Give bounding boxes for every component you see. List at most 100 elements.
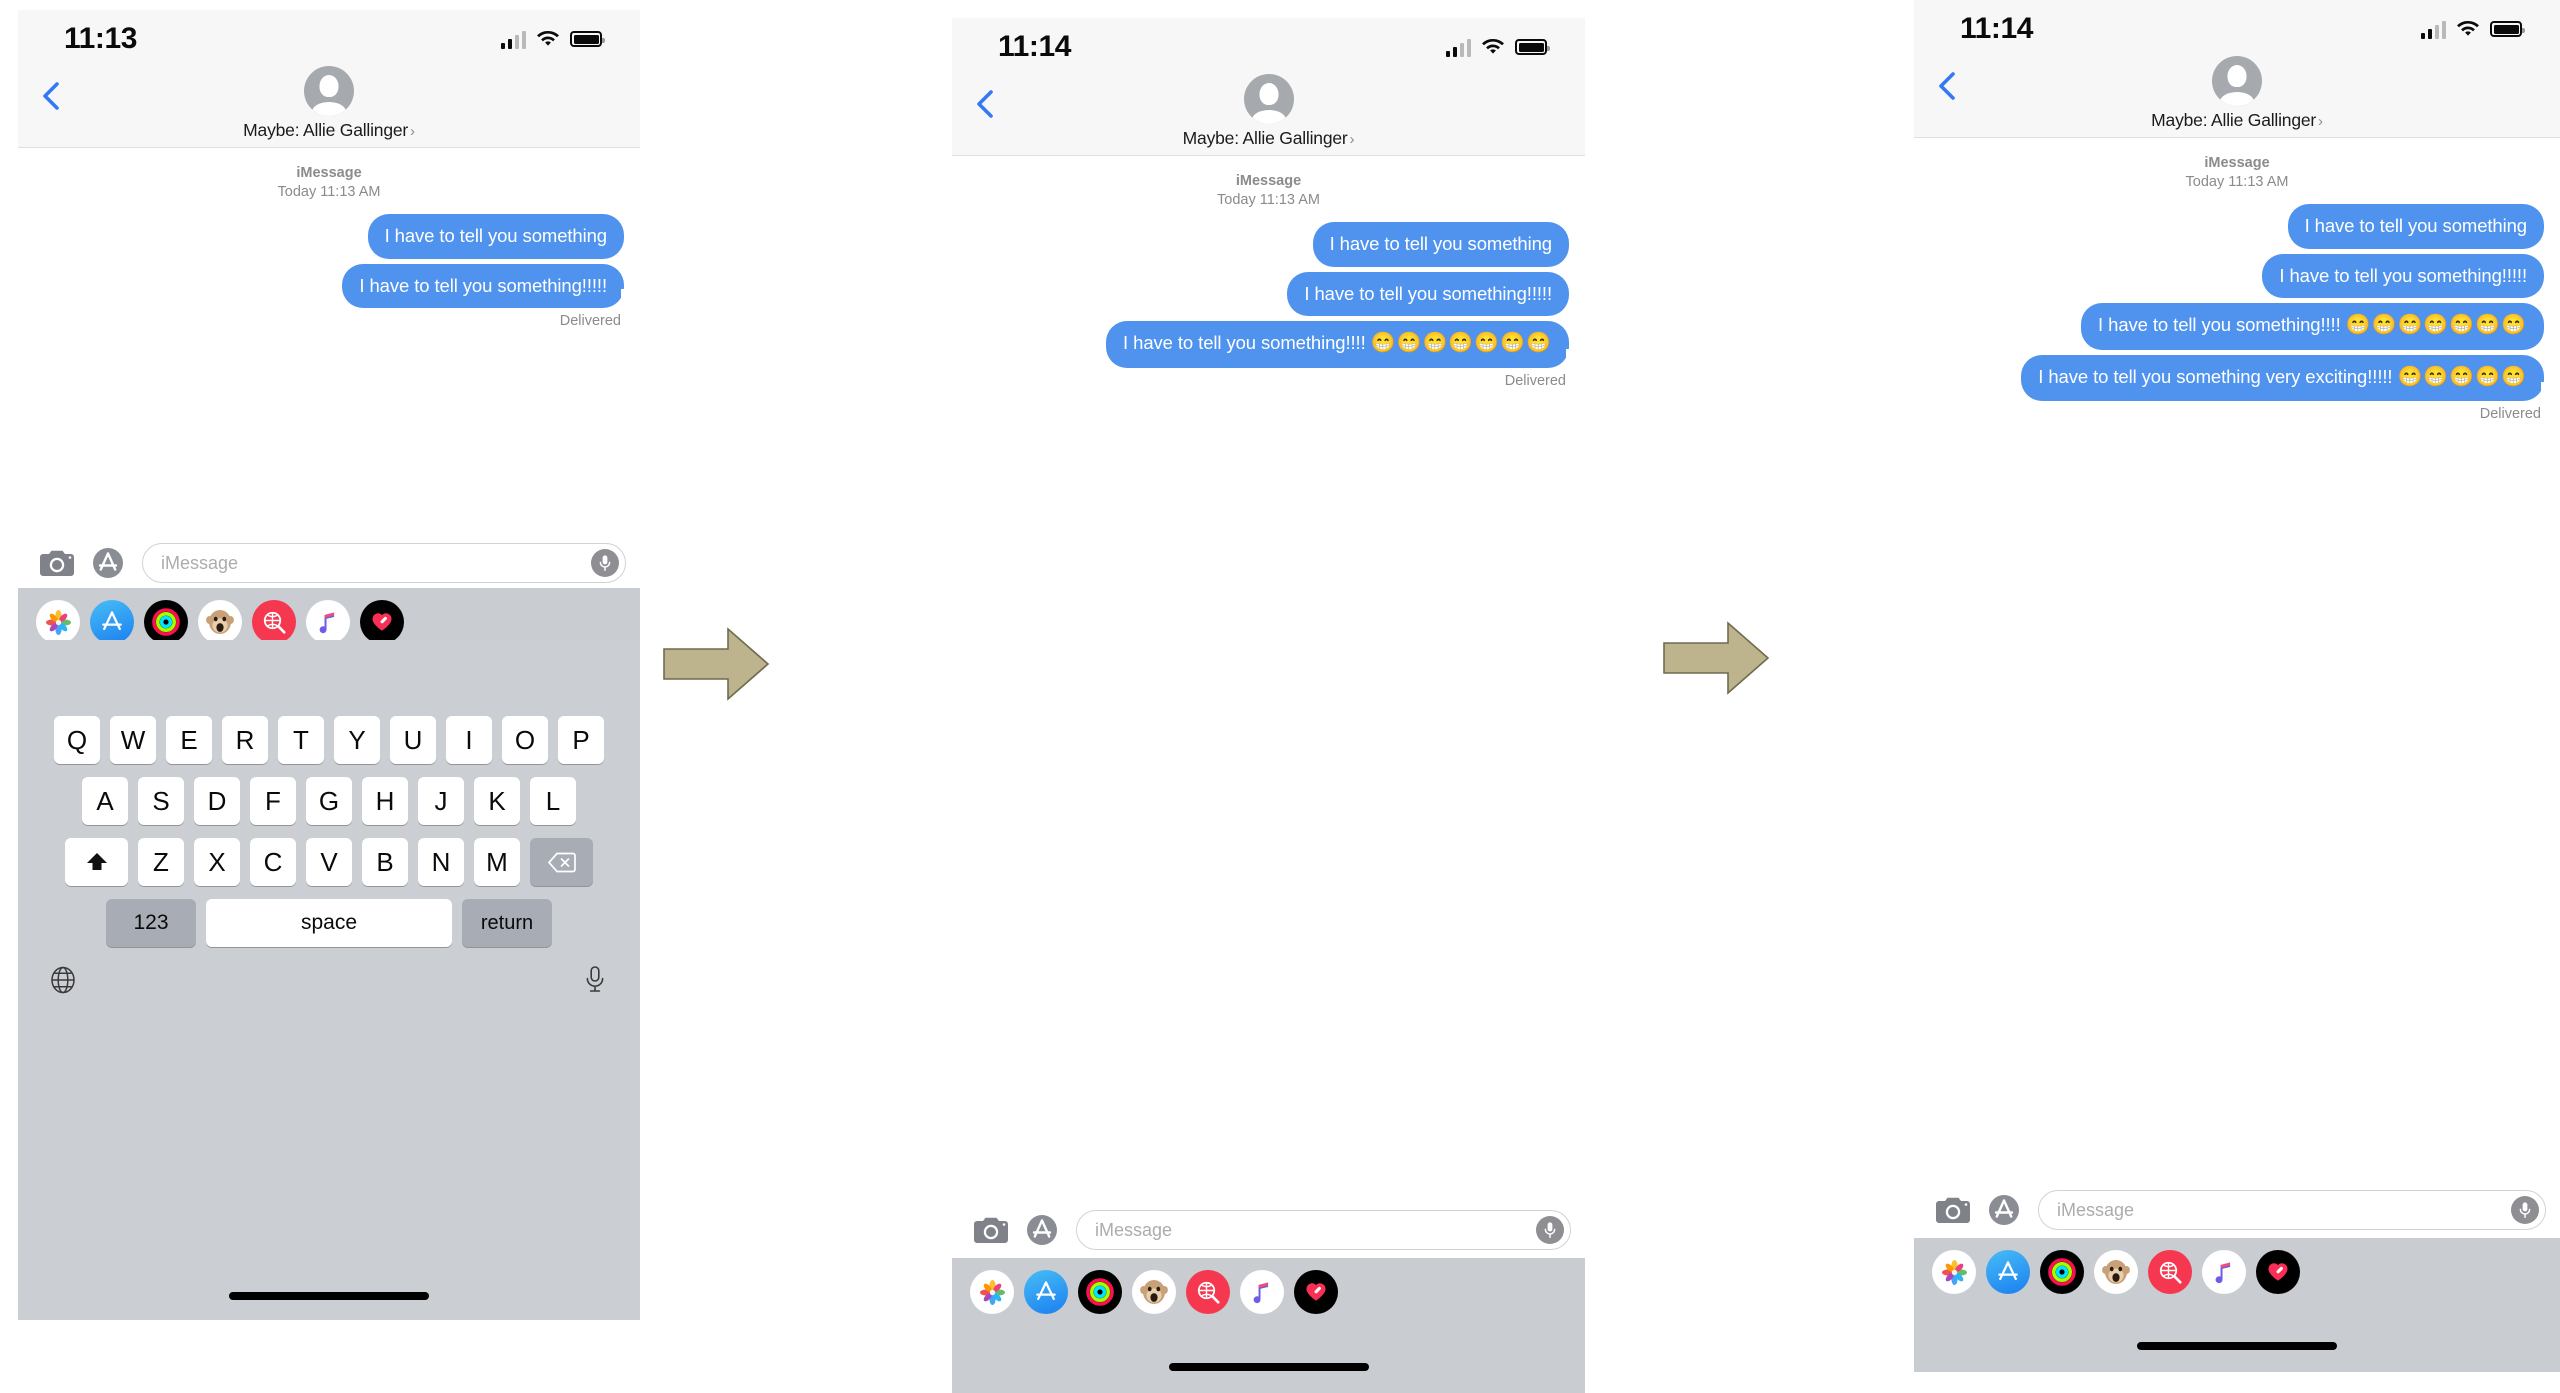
contact-header[interactable]: Maybe: Allie Gallinger › [1183, 74, 1355, 149]
key-i[interactable]: I [446, 716, 492, 764]
message-thread: iMessage Today 11:13 AM I have to tell y… [952, 156, 1585, 389]
apple-music-app-icon[interactable] [1240, 1270, 1284, 1314]
key-m[interactable]: M [474, 838, 520, 886]
apple-music-app-icon[interactable] [2202, 1250, 2246, 1294]
photos-app-icon[interactable] [970, 1270, 1014, 1314]
message-input[interactable]: iMessage [2038, 1190, 2546, 1230]
avatar [1243, 74, 1294, 124]
message-bubble[interactable]: I have to tell you something very exciti… [2021, 354, 2553, 402]
composer-bar: iMessage [952, 1200, 1585, 1260]
mic-icon[interactable] [2511, 1196, 2539, 1224]
message-bubble[interactable]: I have to tell you something [367, 214, 624, 259]
app-strip [952, 1258, 1585, 1393]
contact-name-text: Maybe: Allie Gallinger [243, 120, 409, 140]
dictate-icon[interactable] [578, 963, 612, 997]
key-x[interactable]: X [194, 838, 240, 886]
thread-timestamp: Today 11:13 AM [1217, 192, 1320, 209]
key-e[interactable]: E [166, 716, 212, 764]
key-v[interactable]: V [306, 838, 352, 886]
message-bubble[interactable]: I have to tell you something!!!! 😁😁😁😁😁😁😁 [2081, 303, 2544, 350]
key-d[interactable]: D [194, 777, 240, 825]
camera-icon[interactable] [1934, 1191, 1972, 1229]
signal-icon [1445, 38, 1471, 57]
globe-icon[interactable] [46, 963, 80, 997]
message-bubble[interactable]: I have to tell you something [2287, 204, 2544, 249]
key-w[interactable]: W [110, 716, 156, 764]
message-bubble[interactable]: I have to tell you something!!!! 😁😁😁😁😁😁😁 [1106, 321, 1578, 368]
key-o[interactable]: O [502, 716, 548, 764]
thread-header: iMessage Today 11:13 AM [968, 172, 1569, 210]
return-key[interactable]: return [462, 899, 552, 947]
key-u[interactable]: U [390, 716, 436, 764]
key-t[interactable]: T [278, 716, 324, 764]
photos-app-icon[interactable] [1932, 1250, 1976, 1294]
key-f[interactable]: F [250, 777, 296, 825]
key-h[interactable]: H [362, 777, 408, 825]
activity-app-icon[interactable] [1078, 1270, 1122, 1314]
key-z[interactable]: Z [138, 838, 184, 886]
message-emoji: 😁😁😁😁😁😁😁 [1370, 332, 1552, 355]
contact-header[interactable]: Maybe: Allie Gallinger › [2151, 56, 2323, 131]
message-input[interactable]: iMessage [142, 543, 626, 583]
key-j[interactable]: J [418, 777, 464, 825]
contact-header[interactable]: Maybe: Allie Gallinger › [243, 66, 415, 141]
message-bubble[interactable]: I have to tell you something!!!!! [2262, 253, 2544, 299]
phone-screenshot-1: 11:13 Maybe: Allie Gallinger › iMessage T… [18, 10, 640, 1320]
mic-icon[interactable] [1536, 1216, 1564, 1244]
key-g[interactable]: G [306, 777, 352, 825]
chevron-right-icon: › [1349, 131, 1355, 148]
camera-icon[interactable] [972, 1211, 1010, 1249]
message-bubble[interactable]: I have to tell you something [1312, 222, 1569, 267]
music-search-app-icon[interactable] [2148, 1250, 2192, 1294]
message-input[interactable]: iMessage [1076, 1210, 1571, 1250]
thread-timestamp: Today 11:13 AM [277, 184, 381, 201]
camera-icon[interactable] [38, 544, 76, 582]
back-chevron-icon[interactable] [974, 88, 998, 118]
status-bar: 11:14 [1914, 0, 2560, 58]
home-indicator [2137, 1342, 2337, 1350]
key-r[interactable]: R [222, 716, 268, 764]
app-store-icon[interactable] [1986, 1191, 2024, 1229]
health-app-icon[interactable] [1294, 1270, 1338, 1314]
activity-app-icon[interactable] [144, 600, 188, 644]
delete-key[interactable] [530, 838, 593, 886]
key-c[interactable]: C [250, 838, 296, 886]
key-n[interactable]: N [418, 838, 464, 886]
app-store-app-icon[interactable] [1986, 1250, 2030, 1294]
key-k[interactable]: K [474, 777, 520, 825]
message-bubble[interactable]: I have to tell you something!!!!! [1287, 271, 1569, 317]
app-store-app-icon[interactable] [90, 600, 134, 644]
key-p[interactable]: P [558, 716, 604, 764]
app-store-icon[interactable] [90, 544, 128, 582]
music-search-app-icon[interactable] [1186, 1270, 1230, 1314]
status-bar: 11:14 [952, 18, 1585, 76]
photos-app-icon[interactable] [36, 600, 80, 644]
message-row: I have to tell you something very exciti… [1930, 354, 2553, 402]
shift-key[interactable] [65, 838, 128, 886]
battery-icon [2490, 21, 2525, 37]
back-chevron-icon[interactable] [40, 80, 64, 110]
mic-icon[interactable] [591, 549, 619, 577]
app-store-app-icon[interactable] [1024, 1270, 1068, 1314]
key-l[interactable]: L [530, 777, 576, 825]
key-s[interactable]: S [138, 777, 184, 825]
back-chevron-icon[interactable] [1936, 70, 1960, 100]
health-app-icon[interactable] [360, 600, 404, 644]
health-app-icon[interactable] [2256, 1250, 2300, 1294]
memoji-app-icon[interactable] [1132, 1270, 1176, 1314]
service-label: iMessage [1235, 173, 1302, 189]
key-a[interactable]: A [82, 777, 128, 825]
apple-music-app-icon[interactable] [306, 600, 350, 644]
memoji-app-icon[interactable] [198, 600, 242, 644]
numbers-key[interactable]: 123 [106, 899, 196, 947]
key-b[interactable]: B [362, 838, 408, 886]
activity-app-icon[interactable] [2040, 1250, 2084, 1294]
memoji-app-icon[interactable] [2094, 1250, 2138, 1294]
composer-bar: iMessage [1914, 1180, 2560, 1240]
space-key[interactable]: space [206, 899, 452, 947]
music-search-app-icon[interactable] [252, 600, 296, 644]
app-store-icon[interactable] [1024, 1211, 1062, 1249]
message-bubble[interactable]: I have to tell you something!!!!! [342, 263, 633, 309]
key-y[interactable]: Y [334, 716, 380, 764]
key-q[interactable]: Q [54, 716, 100, 764]
